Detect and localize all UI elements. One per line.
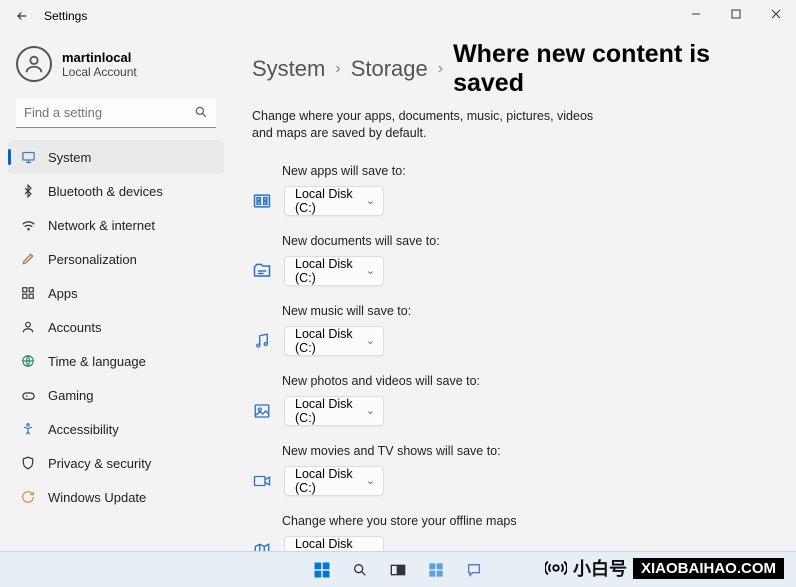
sidebar-item-label: Gaming [48, 388, 94, 403]
avatar [16, 46, 52, 82]
breadcrumb: System › Storage › Where new content is … [252, 40, 768, 98]
sidebar-item-label: Privacy & security [48, 456, 151, 471]
search-input[interactable] [16, 98, 216, 128]
gaming-icon [20, 387, 36, 403]
documents-folder-icon [252, 261, 272, 281]
chevron-down-icon: ⌄ [366, 334, 375, 347]
sidebar-item-label: Time & language [48, 354, 146, 369]
user-name: martinlocal [62, 50, 137, 65]
sidebar-item-network[interactable]: Network & internet [8, 208, 224, 242]
main-content: System › Storage › Where new content is … [232, 32, 796, 551]
setting-label: New music will save to: [252, 304, 768, 318]
sidebar: martinlocal Local Account System Bluetoo… [0, 32, 232, 551]
taskbar-search[interactable] [344, 556, 376, 584]
user-block[interactable]: martinlocal Local Account [8, 42, 224, 94]
chat-button[interactable] [458, 556, 490, 584]
chevron-down-icon: ⌄ [366, 404, 375, 417]
wifi-icon [20, 217, 36, 233]
window-title: Settings [44, 9, 87, 23]
start-button[interactable] [306, 556, 338, 584]
search-icon [194, 105, 208, 124]
sidebar-item-label: System [48, 150, 91, 165]
widgets-button[interactable] [420, 556, 452, 584]
task-view[interactable] [382, 556, 414, 584]
system-icon [20, 149, 36, 165]
minimize-button[interactable] [676, 0, 716, 28]
sidebar-item-bluetooth[interactable]: Bluetooth & devices [8, 174, 224, 208]
sidebar-item-time[interactable]: Time & language [8, 344, 224, 378]
accounts-icon [20, 319, 36, 335]
maximize-button[interactable] [716, 0, 756, 28]
sidebar-item-label: Bluetooth & devices [48, 184, 163, 199]
page-description: Change where your apps, documents, music… [252, 108, 612, 142]
apps-folder-icon [252, 191, 272, 211]
watermark: 小白号 XIAOBAIHAO.COM [545, 555, 784, 581]
apps-drive-select[interactable]: Local Disk (C:)⌄ [284, 186, 384, 216]
sidebar-item-apps[interactable]: Apps [8, 276, 224, 310]
chevron-right-icon: › [438, 60, 443, 78]
sidebar-item-privacy[interactable]: Privacy & security [8, 446, 224, 480]
globe-icon [20, 353, 36, 369]
back-button[interactable] [8, 2, 36, 30]
close-button[interactable] [756, 0, 796, 28]
breadcrumb-storage[interactable]: Storage [351, 56, 428, 82]
page-title: Where new content is saved [453, 40, 768, 98]
sidebar-item-accessibility[interactable]: Accessibility [8, 412, 224, 446]
photos-drive-select[interactable]: Local Disk (C:)⌄ [284, 396, 384, 426]
video-icon [252, 471, 272, 491]
setting-label: New photos and videos will save to: [252, 374, 768, 388]
movies-drive-select[interactable]: Local Disk (C:)⌄ [284, 466, 384, 496]
chevron-down-icon: ⌄ [366, 194, 375, 207]
sidebar-item-label: Windows Update [48, 490, 146, 505]
music-icon [252, 331, 272, 351]
setting-label: New documents will save to: [252, 234, 768, 248]
bluetooth-icon [20, 183, 36, 199]
user-type: Local Account [62, 65, 137, 79]
sidebar-item-label: Network & internet [48, 218, 155, 233]
chevron-down-icon: ⌄ [366, 474, 375, 487]
sidebar-item-personalization[interactable]: Personalization [8, 242, 224, 276]
chevron-down-icon: ⌄ [366, 264, 375, 277]
sidebar-item-label: Accessibility [48, 422, 119, 437]
shield-icon [20, 455, 36, 471]
maps-drive-select[interactable]: Local Disk (C:)⌄ [284, 536, 384, 551]
sidebar-item-accounts[interactable]: Accounts [8, 310, 224, 344]
sidebar-item-gaming[interactable]: Gaming [8, 378, 224, 412]
music-drive-select[interactable]: Local Disk (C:)⌄ [284, 326, 384, 356]
maps-icon [252, 541, 272, 551]
documents-drive-select[interactable]: Local Disk (C:)⌄ [284, 256, 384, 286]
setting-label: Change where you store your offline maps [252, 514, 768, 528]
sidebar-item-system[interactable]: System [8, 140, 224, 174]
brush-icon [20, 251, 36, 267]
setting-label: New movies and TV shows will save to: [252, 444, 768, 458]
update-icon [20, 489, 36, 505]
apps-icon [20, 285, 36, 301]
accessibility-icon [20, 421, 36, 437]
breadcrumb-system[interactable]: System [252, 56, 325, 82]
photos-icon [252, 401, 272, 421]
sidebar-item-update[interactable]: Windows Update [8, 480, 224, 514]
sidebar-item-label: Apps [48, 286, 78, 301]
chevron-right-icon: › [335, 60, 340, 78]
setting-label: New apps will save to: [252, 164, 768, 178]
sidebar-item-label: Accounts [48, 320, 101, 335]
chevron-down-icon: ⌄ [366, 544, 375, 551]
sidebar-item-label: Personalization [48, 252, 137, 267]
